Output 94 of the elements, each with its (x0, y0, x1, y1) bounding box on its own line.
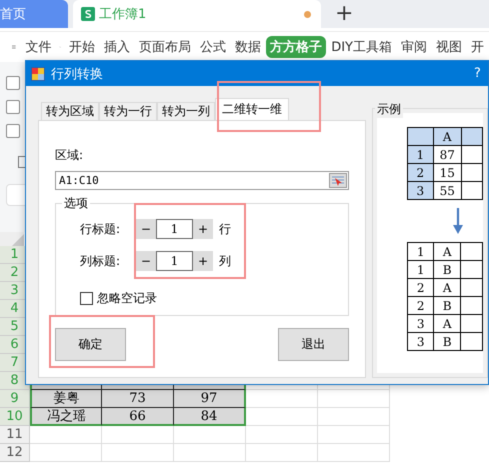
tab[interactable]: 二维转一维 (215, 98, 289, 120)
table-cell: 1 (408, 242, 434, 260)
table-cell (461, 182, 482, 200)
table-cell: 73 (102, 390, 174, 408)
table-cell (30, 426, 102, 444)
field-label: 行标题: (80, 220, 122, 238)
group-title: 选项 (62, 195, 90, 212)
table-cell (102, 444, 174, 462)
new-tab-button[interactable]: + (335, 0, 354, 28)
table-cell: 1 (408, 146, 434, 164)
table-header: A (433, 128, 462, 146)
menu-tab[interactable]: 开始 (65, 36, 100, 58)
number-field[interactable]: 1 (156, 219, 193, 239)
spreadsheet-icon (81, 7, 95, 21)
number-field[interactable]: 1 (156, 251, 193, 271)
down-arrow-icon (453, 208, 463, 234)
table-cell: 84 (174, 408, 246, 426)
table-cell (460, 296, 482, 314)
table-cell (318, 426, 390, 444)
dialog-button[interactable]: 确定 (55, 328, 126, 361)
table-cell: A (434, 314, 461, 332)
table-cell (246, 444, 318, 462)
table-cell (318, 444, 390, 462)
table-cell (460, 314, 482, 332)
app-icon (31, 66, 45, 80)
field-label: 列标题: (80, 252, 122, 270)
table-cell (408, 128, 434, 146)
table-cell: A (434, 278, 461, 296)
decrement-button[interactable]: − (136, 219, 156, 239)
table-cell (460, 242, 482, 260)
menu-tab[interactable]: 视图 (432, 36, 466, 58)
tab[interactable]: 转为一列 (157, 102, 215, 120)
tab[interactable]: 转为一行 (99, 102, 157, 120)
checkbox[interactable] (6, 100, 20, 114)
table-cell (318, 408, 390, 426)
menu-tab[interactable]: 审阅 (397, 36, 431, 58)
table-cell: B (434, 296, 461, 314)
range-field[interactable]: A1:C10 (55, 171, 349, 190)
table-cell: B (434, 260, 461, 278)
table-cell: 15 (433, 164, 462, 182)
table-cell: A (434, 242, 461, 260)
table-cell (461, 146, 482, 164)
table-cell: 姜粤 (30, 390, 102, 408)
dialog-title: 行列转换 (51, 66, 104, 82)
table-cell (174, 444, 246, 462)
table-cell (30, 444, 102, 462)
table-cell (461, 128, 482, 146)
dialog-button[interactable]: 退出 (278, 328, 349, 361)
menu-tab[interactable]: 公式 (196, 36, 230, 58)
table-cell: B (434, 332, 461, 350)
group-title: 示例 (375, 101, 403, 118)
help-button[interactable]: ? (474, 66, 488, 81)
checkbox[interactable] (80, 292, 93, 305)
menu-tab[interactable]: DIY工具箱 (327, 36, 396, 58)
table-cell: 55 (433, 182, 462, 200)
increment-button[interactable]: + (193, 219, 213, 239)
decrement-button[interactable]: − (136, 251, 156, 271)
unit-label: 行 (219, 220, 231, 238)
field-label: 区域: (55, 147, 84, 164)
table-cell: 3 (408, 182, 434, 200)
tab[interactable]: 转为区域 (41, 102, 99, 120)
checkbox[interactable] (6, 124, 20, 138)
table-cell (460, 260, 482, 278)
table-cell: 1 (408, 260, 434, 278)
increment-button[interactable]: + (193, 251, 213, 271)
table-cell (461, 164, 482, 182)
table-cell (246, 390, 318, 408)
table-cell (460, 332, 482, 350)
menu-tab[interactable]: 页面布局 (135, 36, 196, 58)
menu-tab[interactable]: 数据 (231, 36, 266, 58)
table-cell (174, 426, 246, 444)
table-cell: 87 (433, 146, 462, 164)
table-cell: 3 (408, 314, 434, 332)
table-cell: 66 (102, 408, 174, 426)
menu-tab[interactable]: 文件 (22, 36, 56, 58)
table-cell: 3 (408, 332, 434, 350)
unit-label: 列 (219, 252, 231, 270)
table-cell: 2 (408, 296, 434, 314)
table-cell (246, 426, 318, 444)
menu-tab[interactable]: 开 (467, 36, 488, 58)
table-cell: 冯之瑶 (30, 408, 102, 426)
row-number[interactable]: 12 (0, 444, 30, 462)
table-cell: 2 (408, 278, 434, 296)
row-number[interactable]: 11 (0, 426, 30, 444)
range-select-icon (329, 173, 347, 188)
checkbox-label: 忽略空记录 (97, 290, 157, 307)
table-cell: 97 (174, 390, 246, 408)
checkbox[interactable] (6, 76, 20, 90)
table-cell (318, 390, 390, 408)
menu-tab[interactable]: 插入 (100, 36, 134, 58)
table-cell: 2 (408, 164, 434, 182)
table-cell (102, 426, 174, 444)
table-cell (460, 278, 482, 296)
table-cell (246, 408, 318, 426)
